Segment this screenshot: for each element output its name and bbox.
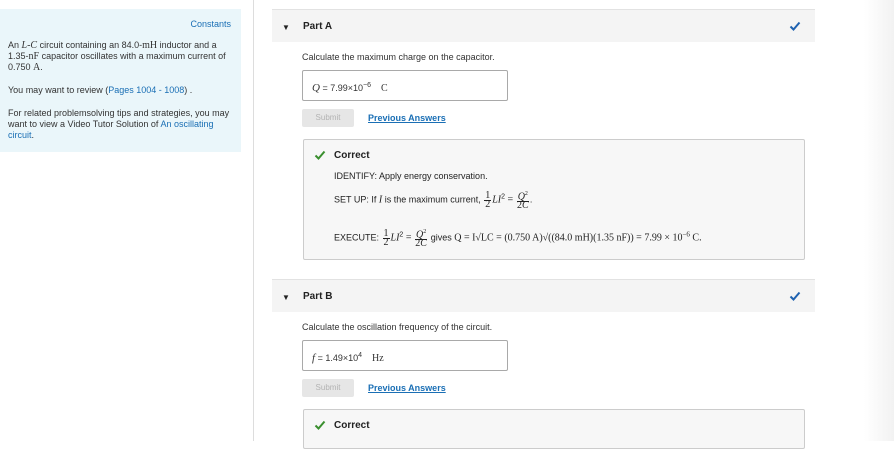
part-a-prompt: Calculate the maximum charge on the capa… xyxy=(302,52,495,62)
tips-note: For related problemsolving tips and stra… xyxy=(8,108,230,140)
part-b-feedback: Correct xyxy=(303,409,805,449)
check-icon xyxy=(789,291,801,301)
part-a-title: Part A xyxy=(303,21,333,32)
check-icon xyxy=(789,21,801,31)
feedback-title: Correct xyxy=(334,150,370,161)
part-b-title: Part B xyxy=(303,291,333,302)
feedback-title: Correct xyxy=(334,420,370,431)
part-b-prompt: Calculate the oscillation frequency of t… xyxy=(302,322,493,332)
divider xyxy=(253,0,254,441)
problem-statement: An L-C circuit containing an 84.0-mH ind… xyxy=(8,40,226,73)
part-b-answer-field[interactable]: f = 1.49×104 Hz xyxy=(302,340,508,371)
collapse-caret-icon[interactable]: ▼ xyxy=(282,293,290,302)
feedback-setup: SET UP: If I is the maximum current, 12L… xyxy=(334,189,533,212)
review-note: You may want to review (Pages 1004 - 100… xyxy=(8,85,193,95)
review-pages-link[interactable]: Pages 1004 - 1008 xyxy=(108,85,184,95)
collapse-caret-icon[interactable]: ▼ xyxy=(282,23,290,32)
part-a-header[interactable]: ▼ Part A xyxy=(272,9,815,42)
constants-link[interactable]: Constants xyxy=(190,19,231,29)
part-a-submit-button[interactable]: Submit xyxy=(302,109,354,127)
page-edge-shadow xyxy=(864,0,894,441)
part-a-feedback: Correct IDENTIFY: Apply energy conservat… xyxy=(303,139,805,260)
part-a-previous-answers-link[interactable]: Previous Answers xyxy=(368,113,446,123)
part-b-submit-button[interactable]: Submit xyxy=(302,379,354,397)
part-b-previous-answers-link[interactable]: Previous Answers xyxy=(368,383,446,393)
correct-check-icon xyxy=(314,420,326,430)
part-b-header[interactable]: ▼ Part B xyxy=(272,279,815,312)
feedback-execute: EXECUTE: 1 2 LI2 = Q2 2C gives Q = I√LC = (… xyxy=(334,227,702,250)
correct-check-icon xyxy=(314,150,326,160)
feedback-identify: IDENTIFY: Apply energy conservation. xyxy=(334,171,488,181)
part-a-answer-field[interactable]: Q = 7.99×10−6 C xyxy=(302,70,508,101)
sidebar-panel: Constants An L-C circuit containing an 8… xyxy=(0,9,241,152)
